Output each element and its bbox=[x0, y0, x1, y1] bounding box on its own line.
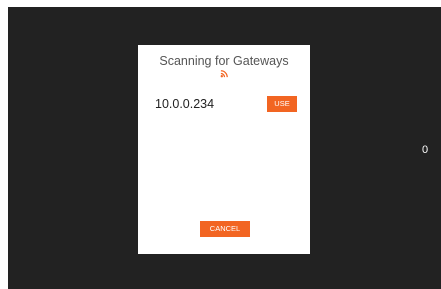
dialog-title: Scanning for Gateways bbox=[159, 54, 289, 68]
gateway-list-item: 10.0.0.234 USE bbox=[155, 96, 298, 112]
scan-dialog: Scanning for Gateways 10.0.0.234 USE CAN… bbox=[138, 45, 310, 254]
use-gateway-button[interactable]: USE bbox=[267, 96, 297, 112]
app-screen: 0 Scanning for Gateways 10.0.0.234 USE C… bbox=[8, 7, 441, 289]
wifi-scan-icon bbox=[220, 70, 228, 78]
cancel-button[interactable]: CANCEL bbox=[200, 221, 250, 237]
gateway-ip: 10.0.0.234 bbox=[155, 97, 215, 111]
side-value-text: 0 bbox=[422, 144, 429, 156]
